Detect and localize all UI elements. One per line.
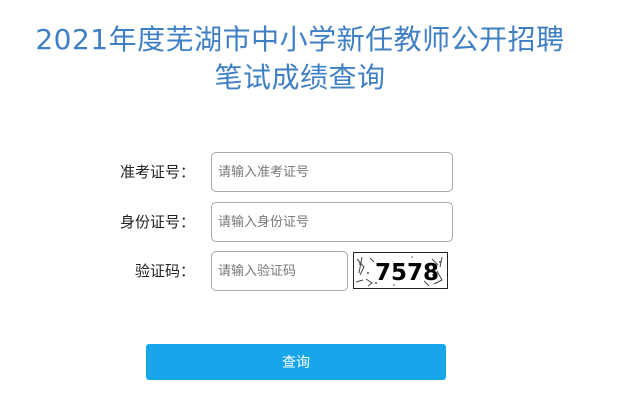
captcha-image[interactable]: 7578 <box>353 252 448 289</box>
query-button[interactable]: 查询 <box>146 344 446 380</box>
page-title-line-2: 笔试成绩查询 <box>214 61 386 94</box>
captcha-noise-graphic: 7578 <box>355 256 443 287</box>
id-number-label: 身份证号： <box>119 213 195 231</box>
page-title-line-1: 2021年度芜湖市中小学新任教师公开招聘 <box>35 23 565 56</box>
captcha-label: 验证码： <box>134 262 195 280</box>
captcha-input[interactable] <box>211 251 348 291</box>
admission-number-input[interactable] <box>211 152 453 192</box>
admission-number-label: 准考证号： <box>119 163 195 181</box>
captcha-text: 7578 <box>375 260 439 286</box>
id-number-input[interactable] <box>211 202 453 242</box>
